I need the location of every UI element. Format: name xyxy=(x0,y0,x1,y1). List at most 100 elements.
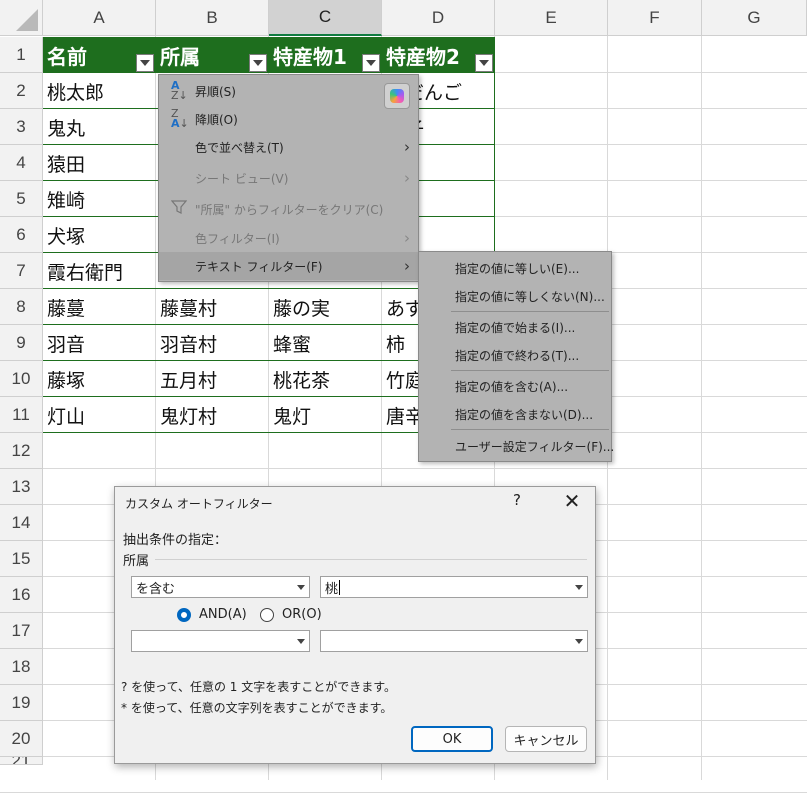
chevron-right-icon: › xyxy=(404,169,410,187)
gridline xyxy=(0,468,807,469)
sort-by-color-item[interactable]: 色で並べ替え(T) › xyxy=(159,133,418,161)
table-cell[interactable]: 灯山 xyxy=(43,397,156,433)
row-header-4[interactable]: 4 xyxy=(0,145,43,181)
row-header-19[interactable]: 19 xyxy=(0,685,43,721)
chevron-right-icon: › xyxy=(404,257,410,275)
sort-descending-item[interactable]: Z A↓ 降順(O) xyxy=(159,105,418,133)
filter-clear-icon xyxy=(170,199,191,219)
submenu-custom-filter[interactable]: ユーザー設定フィルター(F)... xyxy=(419,432,614,460)
sort-ascending-icon: A Z↓ xyxy=(171,79,188,102)
filter-dropdown-button[interactable] xyxy=(249,54,267,72)
column-header-b[interactable]: B xyxy=(156,0,269,36)
filter-dropdown-button[interactable] xyxy=(136,54,154,72)
column-header-d[interactable]: D xyxy=(382,0,495,36)
field-label: 所属 xyxy=(123,554,150,569)
row-header-5[interactable]: 5 xyxy=(0,181,43,217)
row-header-10[interactable]: 10 xyxy=(0,361,43,397)
submenu-not-equals[interactable]: 指定の値に等しくない(N)... xyxy=(419,282,611,310)
row-header-11[interactable]: 11 xyxy=(0,397,43,433)
filter-dropdown-menu: A Z↓ 昇順(S) Z A↓ 降順(O) 色で並べ替え(T) › シート ビュー(… xyxy=(158,74,419,282)
row-header-21[interactable]: 21 xyxy=(0,757,43,765)
submenu-contains[interactable]: 指定の値を含む(A)... xyxy=(419,372,611,400)
table-cell[interactable]: 鬼灯 xyxy=(269,397,382,433)
chevron-right-icon: › xyxy=(404,229,410,247)
clear-filter-item[interactable]: "所属" からフィルターをクリア(C) xyxy=(159,195,418,223)
and-radio[interactable] xyxy=(177,608,191,622)
text-filter-item[interactable]: テキスト フィルター(F) › xyxy=(159,252,418,280)
table-cell[interactable]: 蜂蜜 xyxy=(269,325,382,361)
wildcard-note-2: * を使って、任意の文字列を表すことができます。 xyxy=(121,701,393,715)
chevron-down-icon xyxy=(295,577,307,597)
table-cell[interactable]: 桃太郎 xyxy=(43,73,156,109)
column-header-c[interactable]: C xyxy=(269,0,382,36)
close-icon[interactable]: ✕ xyxy=(559,489,585,513)
row-header-1[interactable]: 1 xyxy=(0,37,43,73)
row-header-14[interactable]: 14 xyxy=(0,505,43,541)
divider xyxy=(451,370,609,371)
table-cell[interactable]: 羽音村 xyxy=(156,325,269,361)
criteria-label: 抽出条件の指定： xyxy=(123,533,228,548)
table-cell[interactable]: 桃花茶 xyxy=(269,361,382,397)
help-button[interactable]: ? xyxy=(513,491,521,509)
table-cell[interactable]: 五月村 xyxy=(156,361,269,397)
row-header-2[interactable]: 2 xyxy=(0,73,43,109)
filter-dropdown-button[interactable] xyxy=(362,54,380,72)
chevron-down-icon xyxy=(295,631,307,651)
row-header-13[interactable]: 13 xyxy=(0,469,43,505)
operator1-select[interactable]: を含む xyxy=(131,576,310,598)
ok-button[interactable]: OK xyxy=(411,726,493,752)
table-cell[interactable]: 藤蔓村 xyxy=(156,289,269,325)
table-cell[interactable]: 雉崎 xyxy=(43,181,156,217)
dialog-title: カスタム オートフィルター xyxy=(125,497,273,511)
cancel-button[interactable]: キャンセル xyxy=(505,726,587,752)
table-cell[interactable]: 藤塚 xyxy=(43,361,156,397)
color-filter-item[interactable]: 色フィルター(I) › xyxy=(159,224,418,252)
submenu-ends-with[interactable]: 指定の値で終わる(T)... xyxy=(419,341,611,369)
table-cell[interactable]: 鬼丸 xyxy=(43,109,156,145)
submenu-begins-with[interactable]: 指定の値で始まる(I)... xyxy=(419,313,611,341)
divider xyxy=(451,311,609,312)
table-cell[interactable]: 羽音 xyxy=(43,325,156,361)
row-header-17[interactable]: 17 xyxy=(0,613,43,649)
divider xyxy=(451,429,609,430)
column-header-e[interactable]: E xyxy=(495,0,608,36)
sort-ascending-item[interactable]: A Z↓ 昇順(S) xyxy=(159,77,418,105)
row-header-8[interactable]: 8 xyxy=(0,289,43,325)
gridline xyxy=(701,0,702,780)
filter-dropdown-button[interactable] xyxy=(475,54,493,72)
value1-input[interactable]: 桃 xyxy=(320,576,588,598)
text-filter-submenu: 指定の値に等しい(E)... 指定の値に等しくない(N)... 指定の値で始まる… xyxy=(418,251,614,462)
operator2-select[interactable] xyxy=(131,630,310,652)
column-header-f[interactable]: F xyxy=(608,0,702,36)
row-header-15[interactable]: 15 xyxy=(0,541,43,577)
row-header-12[interactable]: 12 xyxy=(0,433,43,469)
or-label: OR(O) xyxy=(282,607,322,622)
value2-input[interactable] xyxy=(320,630,588,652)
divider xyxy=(155,559,587,560)
row-header-7[interactable]: 7 xyxy=(0,253,43,289)
row-header-6[interactable]: 6 xyxy=(0,217,43,253)
submenu-equals[interactable]: 指定の値に等しい(E)... xyxy=(419,254,611,282)
table-cell[interactable]: 犬塚 xyxy=(43,217,156,253)
table-cell[interactable]: 猿田 xyxy=(43,145,156,181)
custom-autofilter-dialog: カスタム オートフィルター ? ✕ 抽出条件の指定： 所属 を含む 桃 AND(… xyxy=(114,486,596,764)
sheet-view-item[interactable]: シート ビュー(V) › xyxy=(159,164,418,192)
row-header-18[interactable]: 18 xyxy=(0,649,43,685)
sort-descending-icon: Z A↓ xyxy=(171,107,189,130)
table-cell[interactable]: 霞右衛門 xyxy=(43,253,156,289)
row-header-16[interactable]: 16 xyxy=(0,577,43,613)
row-header-3[interactable]: 3 xyxy=(0,109,43,145)
row-header-20[interactable]: 20 xyxy=(0,721,43,757)
select-all-corner[interactable] xyxy=(0,0,43,36)
table-cell[interactable]: 鬼灯村 xyxy=(156,397,269,433)
or-radio[interactable] xyxy=(260,608,274,622)
submenu-not-contains[interactable]: 指定の値を含まない(D)... xyxy=(419,400,611,428)
table-cell[interactable]: 藤の実 xyxy=(269,289,382,325)
column-header-a[interactable]: A xyxy=(43,0,156,36)
chevron-right-icon: › xyxy=(404,138,410,156)
chevron-down-icon xyxy=(573,631,585,651)
chevron-down-icon xyxy=(573,577,585,597)
row-header-9[interactable]: 9 xyxy=(0,325,43,361)
column-header-g[interactable]: G xyxy=(702,0,807,36)
table-cell[interactable]: 藤蔓 xyxy=(43,289,156,325)
